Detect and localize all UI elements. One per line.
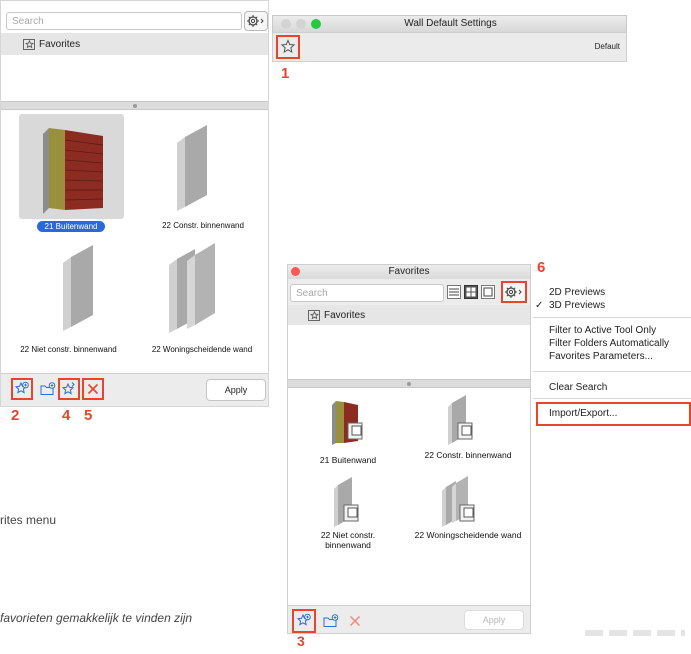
wall-thumb-icon	[334, 477, 359, 527]
close-x-icon	[87, 383, 99, 395]
menu-item-filter-active-tool[interactable]: Filter to Active Tool Only	[549, 325, 656, 336]
delete-favorite-button[interactable]	[344, 610, 366, 632]
brick-wall-thumb-icon	[332, 401, 363, 445]
favorite-item-1[interactable]: 21 Buitenwand	[1, 220, 141, 232]
new-favorite-button[interactable]	[292, 609, 316, 633]
favorites-star-button[interactable]	[276, 35, 300, 59]
star-icon	[280, 39, 296, 53]
brick-wall-icon	[43, 128, 104, 214]
favorite-item-1[interactable]: 21 Buitenwand	[288, 455, 408, 465]
star-plus-icon	[296, 613, 311, 626]
favorite-item-2[interactable]: 22 Constr. binnenwand	[413, 450, 523, 460]
default-label: Default	[594, 42, 620, 51]
favorites-folder-label: Favorites	[39, 38, 81, 50]
splitter-handle[interactable]	[1, 101, 268, 110]
preview-view-button[interactable]	[481, 285, 495, 299]
menu-item-2d-previews[interactable]: 2D Previews	[549, 287, 605, 298]
gear-icon	[247, 15, 264, 27]
callout-4: 4	[62, 407, 71, 424]
favorite-item-4[interactable]: 22 Woningscheidende wand	[406, 530, 530, 540]
favorites-folder-label: Favorites	[324, 309, 366, 321]
grid-view-button[interactable]	[464, 285, 478, 299]
grip-dot	[132, 103, 137, 108]
new-favorite-button[interactable]	[11, 378, 33, 400]
close-x-icon	[349, 615, 361, 627]
favorites-panel-left: Search Favorites 21 Buitenwand 22 Constr…	[0, 0, 269, 407]
preview-view-icon	[483, 287, 493, 297]
wall-default-settings-window: Wall Default Settings Default	[272, 15, 627, 62]
apply-button[interactable]: Apply	[206, 379, 266, 401]
favorite-item-4[interactable]: 22 Woningscheidende wand	[136, 345, 268, 354]
grip-dot	[407, 381, 411, 386]
decorative-bar	[585, 630, 685, 636]
favorite-item-label: 21 Buitenwand	[36, 221, 106, 232]
callout-6: 6	[537, 259, 546, 276]
settings-gear-button[interactable]	[244, 11, 268, 31]
window-title: Favorites	[388, 266, 430, 277]
wall-icon	[177, 125, 207, 211]
folder-plus-icon	[323, 614, 339, 627]
star-folder-icon	[23, 38, 35, 50]
favorite-item-2[interactable]: 22 Constr. binnenwand	[138, 221, 268, 230]
background-caption-fragment: favorieten gemakkelijk te vinden zijn	[0, 611, 193, 625]
callout-2: 2	[11, 407, 20, 424]
menu-item-clear-search[interactable]: Clear Search	[549, 382, 607, 393]
window-titlebar: Wall Default Settings	[272, 15, 627, 32]
callout-1: 1	[281, 65, 290, 82]
star-plus-icon	[14, 381, 29, 394]
grid-view-icon	[466, 287, 476, 297]
menu-item-filter-folders[interactable]: Filter Folders Automatically	[549, 338, 669, 349]
folder-plus-icon	[40, 382, 56, 395]
new-folder-button[interactable]	[320, 610, 342, 632]
menu-separator	[533, 371, 691, 372]
redefine-favorite-button[interactable]	[58, 378, 80, 400]
favorites-folder-row[interactable]: Favorites	[1, 33, 268, 55]
settings-toolbar: Default	[272, 32, 627, 62]
menu-item-import-export: Import/Export...	[549, 408, 618, 419]
background-text-fragment: rites menu	[0, 513, 57, 527]
menu-separator	[533, 317, 691, 318]
wall-thumb-icon	[448, 395, 473, 445]
favorites-folder-row[interactable]: Favorites	[288, 305, 530, 325]
favorite-item-thumb-selected[interactable]	[19, 114, 124, 219]
splitter-handle[interactable]	[288, 379, 530, 388]
list-view-icon	[449, 288, 459, 296]
settings-gear-button[interactable]	[501, 281, 527, 303]
wall-icon	[63, 245, 93, 331]
callout-5: 5	[84, 407, 93, 424]
menu-item-import-export-highlight[interactable]: Import/Export...	[536, 402, 691, 426]
settings-dropdown-menu: 2D Previews ✓ 3D Previews Filter to Acti…	[533, 280, 691, 430]
new-folder-button[interactable]	[37, 378, 59, 400]
delete-favorite-button[interactable]	[82, 378, 104, 400]
star-folder-icon	[308, 309, 320, 321]
favorite-item-3[interactable]: 22 Niet constr. binnenwand	[1, 345, 136, 354]
favorite-item-3[interactable]: 22 Niet constr. binnenwand	[298, 530, 398, 550]
search-input[interactable]: Search	[290, 284, 444, 302]
menu-separator	[533, 398, 691, 399]
checkmark-icon: ✓	[535, 300, 544, 311]
double-wall-icon	[169, 243, 215, 333]
search-input[interactable]: Search	[6, 12, 242, 30]
callout-3: 3	[297, 633, 305, 649]
list-view-button[interactable]	[447, 285, 461, 299]
double-wall-thumb-icon	[442, 476, 475, 527]
star-refresh-icon	[61, 382, 75, 395]
favorites-window: Favorites Search Favorites 21 Buitenwand…	[287, 264, 531, 634]
gear-icon	[505, 286, 522, 298]
window-titlebar: Favorites	[288, 265, 530, 279]
menu-item-favorites-parameters[interactable]: Favorites Parameters...	[549, 351, 653, 362]
apply-button-disabled[interactable]: Apply	[464, 610, 524, 630]
window-title: Wall Default Settings	[404, 18, 497, 29]
menu-item-3d-previews[interactable]: 3D Previews	[549, 300, 605, 311]
